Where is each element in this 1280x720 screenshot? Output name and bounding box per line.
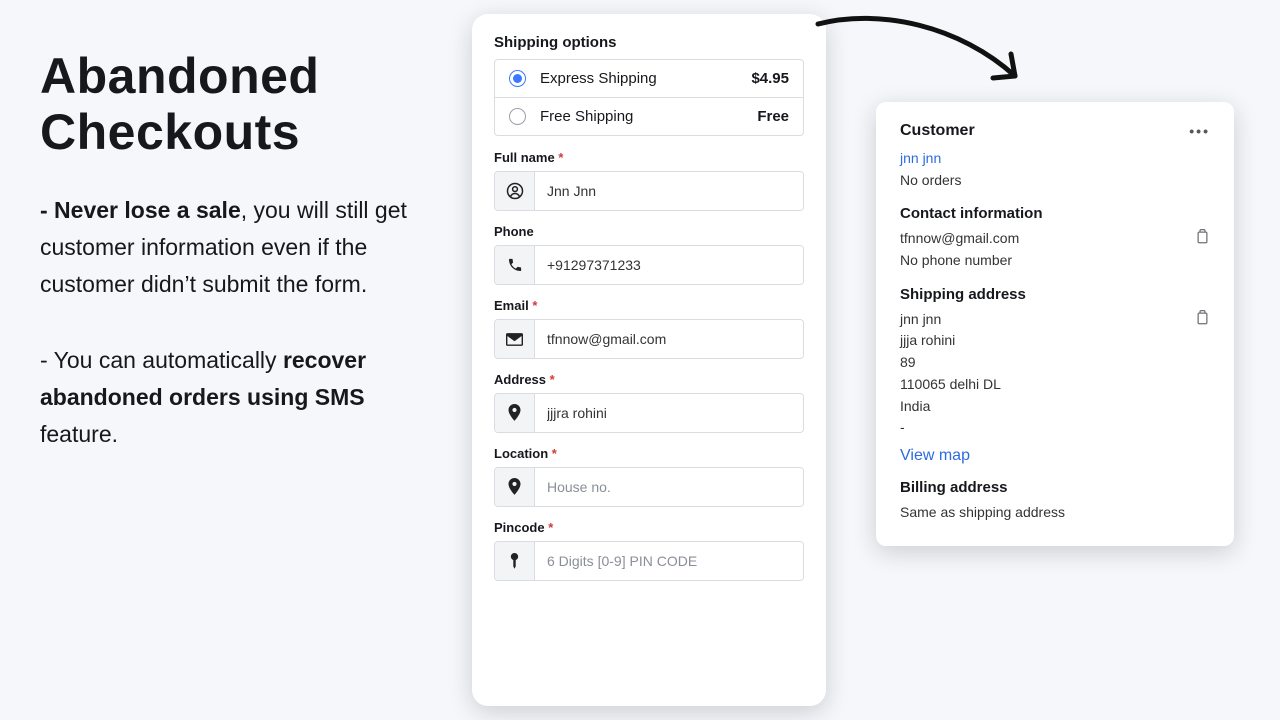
shipping-option-price: Free xyxy=(757,108,789,125)
billing-address-title: Billing address xyxy=(900,479,1210,496)
field-phone: Phone xyxy=(494,224,804,285)
field-label: Phone xyxy=(494,224,804,239)
field-label: Address * xyxy=(494,372,804,387)
email-input[interactable] xyxy=(535,320,803,358)
shipping-option-name: Express Shipping xyxy=(540,70,737,87)
marketing-copy: Abandoned Checkouts - Never lose a sale,… xyxy=(40,48,440,493)
field-email: Email * xyxy=(494,298,804,359)
shipping-address-block: jnn jnn jjja rohini 89 110065 delhi DL I… xyxy=(900,309,1001,439)
shipping-option-express[interactable]: Express Shipping $4.95 xyxy=(495,60,803,98)
customer-name-link[interactable]: jnn jnn xyxy=(900,150,941,166)
view-map-link[interactable]: View map xyxy=(900,447,970,465)
pincode-input[interactable] xyxy=(535,542,803,580)
shipping-option-price: $4.95 xyxy=(751,70,789,87)
shipping-option-name: Free Shipping xyxy=(540,108,743,125)
paragraph-2-rest: feature. xyxy=(40,421,118,447)
customer-card: Customer ••• jnn jnn No orders Contact i… xyxy=(876,102,1234,546)
ship-line: jnn jnn xyxy=(900,309,1001,331)
field-pincode: Pincode * xyxy=(494,520,804,581)
ship-line: 110065 delhi DL xyxy=(900,374,1001,396)
customer-card-title: Customer xyxy=(900,122,975,140)
location-input[interactable] xyxy=(535,468,803,506)
paragraph-2-lead: - You can automatically xyxy=(40,347,283,373)
field-label: Email * xyxy=(494,298,804,313)
radio-icon xyxy=(509,70,526,87)
shipping-options-header: Shipping options xyxy=(494,34,804,51)
user-icon xyxy=(495,172,535,210)
paragraph-1-lead: - Never lose a sale xyxy=(40,197,241,223)
location-icon xyxy=(495,394,535,432)
field-label: Location * xyxy=(494,446,804,461)
copy-address-button[interactable] xyxy=(1195,309,1210,326)
paragraph-1: - Never lose a sale, you will still get … xyxy=(40,192,440,302)
field-label: Full name * xyxy=(494,150,804,165)
ship-line: - xyxy=(900,417,1001,439)
phone-icon xyxy=(495,246,535,284)
field-label: Pincode * xyxy=(494,520,804,535)
ship-line: 89 xyxy=(900,352,1001,374)
shipping-address-title: Shipping address xyxy=(900,286,1210,303)
address-input[interactable] xyxy=(535,394,803,432)
customer-orders: No orders xyxy=(900,170,1210,192)
phone-input[interactable] xyxy=(535,246,803,284)
more-button[interactable]: ••• xyxy=(1189,123,1210,139)
billing-address-line: Same as shipping address xyxy=(900,502,1210,524)
field-fullname: Full name * xyxy=(494,150,804,211)
fullname-input[interactable] xyxy=(535,172,803,210)
checkout-form-card: Shipping options Express Shipping $4.95 … xyxy=(472,14,826,706)
field-address: Address * xyxy=(494,372,804,433)
contact-info-title: Contact information xyxy=(900,205,1210,222)
headline: Abandoned Checkouts xyxy=(40,48,440,160)
field-location: Location * xyxy=(494,446,804,507)
location-icon xyxy=(495,468,535,506)
radio-icon xyxy=(509,108,526,125)
arrow-illustration xyxy=(810,14,1070,110)
pin-icon xyxy=(495,542,535,580)
no-phone: No phone number xyxy=(900,250,1210,272)
customer-email-link[interactable]: tfnnow@gmail.com xyxy=(900,228,1019,250)
mail-icon xyxy=(495,320,535,358)
shipping-options-box: Express Shipping $4.95 Free Shipping Fre… xyxy=(494,59,804,136)
copy-email-button[interactable] xyxy=(1195,228,1210,245)
ship-line: jjja rohini xyxy=(900,330,1001,352)
paragraph-2: - You can automatically recover abandone… xyxy=(40,342,440,452)
ship-line: India xyxy=(900,396,1001,418)
shipping-option-free[interactable]: Free Shipping Free xyxy=(495,98,803,135)
